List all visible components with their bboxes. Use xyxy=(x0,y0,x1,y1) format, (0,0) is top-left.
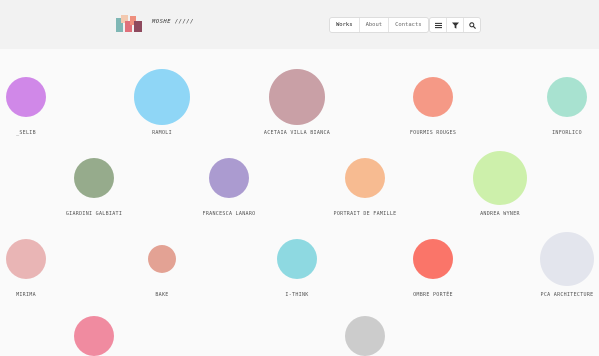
search-icon xyxy=(468,21,476,29)
work-thumbnail[interactable] xyxy=(413,239,453,279)
work-thumbnail[interactable] xyxy=(345,316,385,356)
work-thumbnail[interactable] xyxy=(473,151,527,205)
work-thumbnail[interactable] xyxy=(6,239,46,279)
work-title[interactable]: RAMOLI xyxy=(102,130,222,136)
work-thumbnail[interactable] xyxy=(345,158,385,198)
brand-name[interactable]: MOSHE ///// xyxy=(152,19,194,25)
search-button[interactable] xyxy=(464,18,480,32)
work-thumbnail[interactable] xyxy=(540,232,594,286)
list-icon xyxy=(434,22,442,28)
nav-contacts[interactable]: Contacts xyxy=(389,18,428,32)
work-thumbnail[interactable] xyxy=(134,69,190,125)
nav-works[interactable]: Works xyxy=(330,18,360,32)
work-title[interactable]: INFORLICO xyxy=(507,130,599,136)
work-title[interactable]: GIARDINI GALBIATI xyxy=(34,211,154,217)
work-title[interactable]: BAKE xyxy=(102,292,222,298)
work-thumbnail[interactable] xyxy=(74,316,114,356)
work-title[interactable]: PORTRAIT DE FAMILLE xyxy=(305,211,425,217)
work-title[interactable]: PCA ARCHITECTURE xyxy=(507,292,599,298)
work-thumbnail[interactable] xyxy=(209,158,249,198)
nav-about[interactable]: About xyxy=(360,18,390,32)
work-title[interactable]: ANDREA WYNER xyxy=(440,211,560,217)
work-thumbnail[interactable] xyxy=(277,239,317,279)
work-thumbnail[interactable] xyxy=(413,77,453,117)
view-tools xyxy=(429,17,481,33)
work-title[interactable]: I-THINK xyxy=(237,292,357,298)
logo-icon[interactable] xyxy=(116,15,142,32)
work-title[interactable]: FRANCESCA LANARO xyxy=(169,211,289,217)
work-thumbnail[interactable] xyxy=(74,158,114,198)
work-title[interactable]: _SELIB xyxy=(0,130,86,136)
work-thumbnail[interactable] xyxy=(547,77,587,117)
work-title[interactable]: FOURMIS ROUGES xyxy=(373,130,493,136)
main-nav: Works About Contacts xyxy=(329,17,429,33)
work-title[interactable]: MIRIMA xyxy=(0,292,86,298)
work-thumbnail[interactable] xyxy=(148,245,176,273)
filter-button[interactable] xyxy=(447,18,464,32)
work-title[interactable]: OMBRE PORTÉE xyxy=(373,292,493,298)
site-header: MOSHE ///// Works About Contacts xyxy=(0,0,599,49)
work-thumbnail[interactable] xyxy=(6,77,46,117)
filter-icon xyxy=(451,21,459,29)
work-title[interactable]: ACETAIA VILLA BIANCA xyxy=(237,130,357,136)
list-view-button[interactable] xyxy=(430,18,447,32)
work-thumbnail[interactable] xyxy=(269,69,325,125)
